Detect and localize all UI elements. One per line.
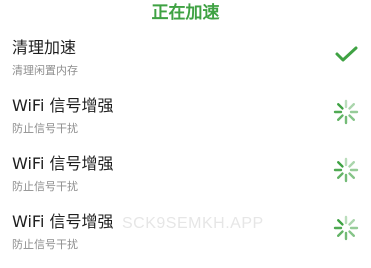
spinner-icon	[333, 99, 359, 125]
list-item: WiFi 信号增强 防止信号干扰	[0, 96, 371, 152]
spinner-icon	[333, 157, 359, 183]
item-sublabel: 防止信号干扰	[12, 180, 78, 193]
list-item: 清理加速 清理闲置内存	[0, 38, 371, 94]
item-sublabel: 清理闲置内存	[12, 64, 78, 77]
item-sublabel: 防止信号干扰	[12, 238, 78, 251]
item-label: WiFi 信号增强	[12, 154, 114, 173]
watermark: SCK9SEMKH.APP	[122, 215, 264, 232]
item-label: 清理加速	[12, 38, 77, 57]
item-label: WiFi 信号增强	[12, 212, 114, 231]
spinner-icon	[333, 215, 359, 241]
list-item: WiFi 信号增强 防止信号干扰	[0, 154, 371, 210]
checkmark-icon	[333, 41, 359, 67]
page-title: 正在加速	[151, 3, 220, 23]
item-sublabel: 防止信号干扰	[12, 122, 78, 135]
item-label: WiFi 信号增强	[12, 96, 114, 115]
